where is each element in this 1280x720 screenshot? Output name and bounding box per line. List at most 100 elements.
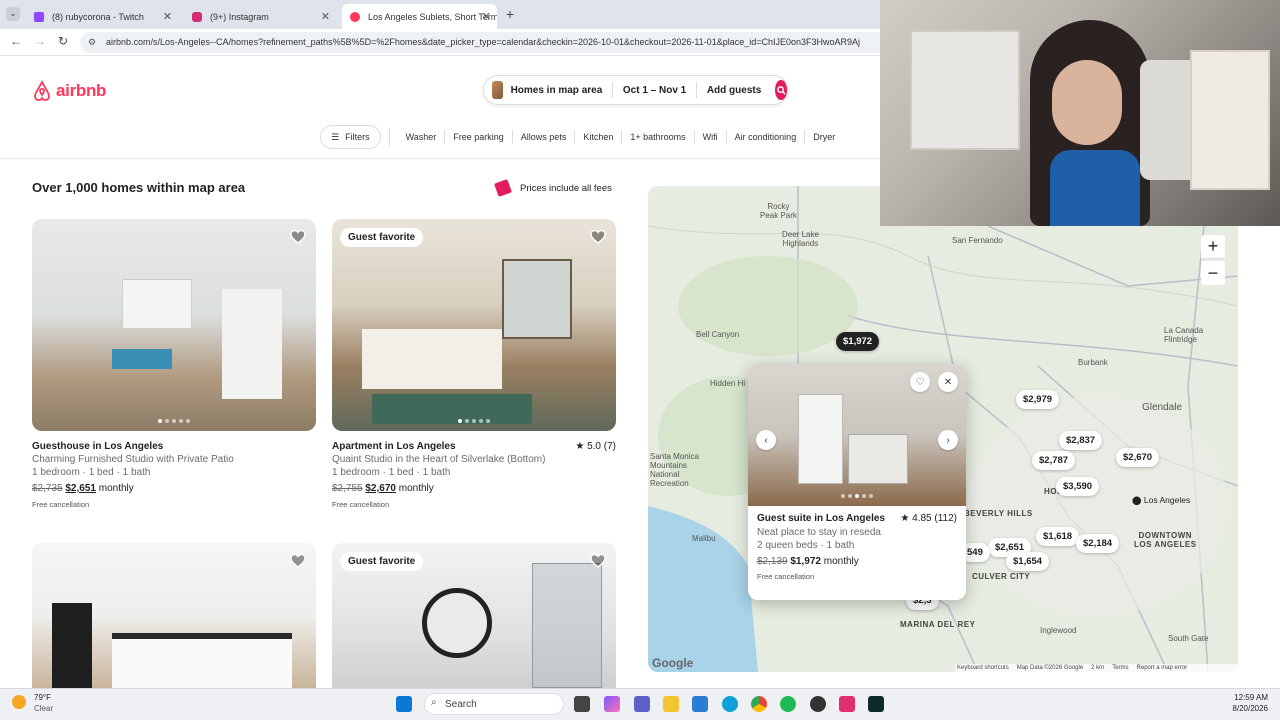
spotify-icon[interactable]: [780, 696, 796, 712]
chrome-icon[interactable]: [751, 696, 767, 712]
chip-free-parking[interactable]: Free parking: [445, 125, 512, 149]
listing-card[interactable]: [32, 543, 316, 688]
price-pin[interactable]: $2,787: [1032, 451, 1076, 470]
listing-photo[interactable]: Guest favorite: [332, 543, 616, 688]
guests-field[interactable]: Add guests: [697, 85, 771, 96]
heart-icon[interactable]: ♡: [910, 372, 930, 392]
chip-washer[interactable]: Washer: [398, 125, 445, 149]
price-pin[interactable]: $1,654: [1006, 552, 1050, 571]
chip-bathrooms[interactable]: 1+ bathrooms: [622, 125, 693, 149]
url-input[interactable]: ⚙ airbnb.com/s/Los-Angeles--CA/homes?ref…: [80, 32, 890, 53]
popup-photo[interactable]: ‹ › ♡ ✕: [748, 364, 966, 506]
heart-icon[interactable]: [290, 553, 306, 569]
reload-icon[interactable]: ↻: [58, 34, 68, 48]
listing-photo[interactable]: Guest favorite: [332, 219, 616, 431]
popup-type: Guest suite in Los Angeles: [757, 513, 885, 524]
clock-date[interactable]: 8/20/2026: [1176, 704, 1268, 713]
tab-title: (8) rubycorona - Twitch: [52, 11, 144, 22]
listing-type: Guesthouse in Los Angeles: [32, 441, 164, 452]
price-pin[interactable]: $2,670: [1116, 448, 1160, 467]
divider: [388, 128, 390, 146]
map-label-bell-canyon: Bell Canyon: [696, 330, 740, 339]
file-explorer-icon[interactable]: [663, 696, 679, 712]
tab-instagram[interactable]: (9+) Instagram ✕: [184, 4, 336, 29]
listing-photo[interactable]: [32, 543, 316, 688]
tag-icon: [494, 179, 512, 197]
tab-list-button[interactable]: ⌄: [6, 7, 20, 21]
filter-bar: ☰ Filters Washer Free parking Allows pet…: [0, 122, 880, 152]
photo-rug: [372, 394, 532, 424]
teams-icon[interactable]: [634, 696, 650, 712]
obs-icon[interactable]: [810, 696, 826, 712]
tab-airbnb[interactable]: Los Angeles Sublets, Short Term ✕: [342, 4, 497, 29]
chip-dryer[interactable]: Dryer: [805, 125, 843, 149]
previous-photo-button[interactable]: ‹: [756, 430, 776, 450]
price-pin[interactable]: $1,972: [836, 332, 880, 351]
zoom-in-button[interactable]: +: [1201, 235, 1225, 259]
map-label-santa-monica-mtns: Santa Monica Mountains National Recreati…: [650, 452, 699, 488]
filters-button[interactable]: ☰ Filters: [320, 125, 381, 149]
free-cancellation: Free cancellation: [332, 500, 390, 509]
capcut-icon[interactable]: [839, 696, 855, 712]
price-pin[interactable]: $1,618: [1036, 527, 1080, 546]
header-divider: [0, 158, 880, 159]
price-pin[interactable]: $2,837: [1059, 431, 1103, 450]
weather-icon[interactable]: [12, 695, 26, 709]
heart-icon[interactable]: [290, 229, 306, 245]
airbnb-logo[interactable]: airbnb: [32, 80, 106, 102]
report-error-link[interactable]: Report a map error: [1137, 665, 1188, 671]
map-label-la-canada: La Canada Flintridge: [1164, 326, 1204, 344]
map-label-marina-del-rey: MARINA DEL REY: [900, 620, 976, 629]
back-icon[interactable]: ←: [10, 34, 22, 48]
copilot-icon[interactable]: [604, 696, 620, 712]
search-button[interactable]: [775, 80, 788, 100]
map-label-south-gate: South Gate: [1168, 634, 1209, 643]
keyboard-shortcuts-link[interactable]: Keyboard shortcuts: [957, 665, 1009, 671]
terminal-icon[interactable]: [868, 696, 884, 712]
listing-photo[interactable]: [32, 219, 316, 431]
taskbar-search[interactable]: ⌕ Search: [424, 693, 564, 715]
forward-icon[interactable]: →: [34, 34, 46, 48]
listing-card[interactable]: Guesthouse in Los Angeles Charming Furni…: [32, 219, 316, 509]
close-icon[interactable]: ✕: [938, 372, 958, 392]
map-label-san-fernando: San Fernando: [952, 236, 1003, 245]
heart-icon[interactable]: [590, 553, 606, 569]
task-view-icon[interactable]: [574, 696, 590, 712]
windows-start-icon[interactable]: [396, 696, 412, 712]
url-text: airbnb.com/s/Los-Angeles--CA/homes?refin…: [106, 37, 861, 47]
new-tab-button[interactable]: +: [506, 6, 514, 22]
chip-air-conditioning[interactable]: Air conditioning: [727, 125, 805, 149]
listing-price: $2,755 $2,670 monthly: [332, 483, 616, 494]
dates-field[interactable]: Oct 1 – Nov 1: [613, 85, 696, 96]
heart-icon[interactable]: [590, 229, 606, 245]
next-photo-button[interactable]: ›: [938, 430, 958, 450]
clock-time[interactable]: 12:59 AM: [1176, 693, 1268, 702]
search-bar[interactable]: Homes in map area Oct 1 – Nov 1 Add gues…: [483, 75, 788, 105]
price-pin[interactable]: $2,184: [1076, 534, 1120, 553]
weather-temp[interactable]: 79°F: [34, 693, 51, 702]
close-icon[interactable]: ✕: [321, 10, 330, 23]
zoom-out-button[interactable]: −: [1201, 261, 1225, 285]
chip-kitchen[interactable]: Kitchen: [575, 125, 621, 149]
close-icon[interactable]: ✕: [482, 10, 491, 23]
google-logo: Google: [652, 656, 694, 670]
chip-wifi[interactable]: Wifi: [695, 125, 726, 149]
listing-card[interactable]: Guest favorite: [332, 543, 616, 688]
terms-link[interactable]: Terms: [1112, 665, 1128, 671]
price-pin[interactable]: $3,590: [1056, 477, 1100, 496]
photo-dots: [158, 419, 190, 423]
listing-card[interactable]: Guest favorite Apartment in Los Angeles ★…: [332, 219, 616, 509]
price-pin[interactable]: $2,979: [1016, 390, 1060, 409]
store-icon[interactable]: [692, 696, 708, 712]
chip-allows-pets[interactable]: Allows pets: [513, 125, 575, 149]
site-info-icon[interactable]: ⚙: [88, 32, 96, 53]
taskbar-search-text: Search: [445, 698, 477, 710]
price-period: monthly: [823, 556, 859, 567]
location-field[interactable]: Homes in map area: [503, 85, 613, 96]
map-listing-popup[interactable]: ‹ › ♡ ✕ Guest suite in Los Angeles ★ 4.85…: [748, 364, 966, 600]
close-icon[interactable]: ✕: [163, 10, 172, 23]
tab-twitch[interactable]: (8) rubycorona - Twitch ✕: [26, 4, 178, 29]
photo-bed: [112, 349, 172, 369]
prices-include-fees[interactable]: Prices include all fees: [494, 179, 612, 197]
edge-icon[interactable]: [722, 696, 738, 712]
